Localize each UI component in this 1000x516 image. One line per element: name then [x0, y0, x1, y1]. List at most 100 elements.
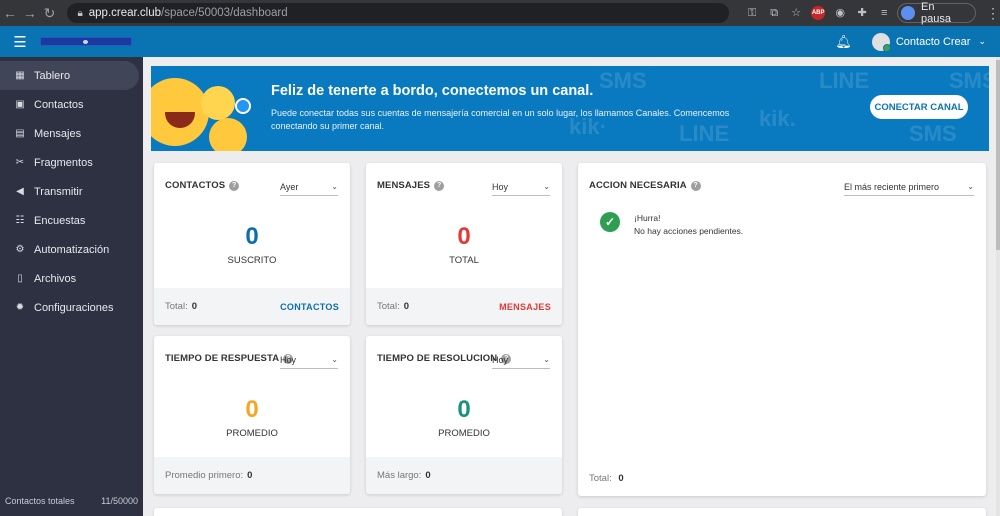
period-value: Hoy: [280, 354, 297, 365]
pattern-word: SMS: [949, 68, 989, 93]
sidebar-item-archivos[interactable]: ▯ Archivos: [0, 264, 143, 293]
dashboard-icon: ▦: [15, 69, 25, 81]
card-title: TIEMPO DE RESOLUCION: [377, 353, 498, 364]
sidebar-item-tablero[interactable]: ▦ Tablero: [0, 61, 139, 90]
star-icon[interactable]: ☆: [789, 6, 803, 20]
app-header: ☰ 🔔︎ Contacto Crear ⌄: [0, 26, 1000, 57]
sidebar: ▦ Tablero ▣ Contactos ▤ Mensajes ✂ Fragm…: [0, 57, 143, 516]
wink-emoji-icon: [209, 118, 247, 151]
translate-icon[interactable]: ⧉: [767, 6, 781, 20]
card-footer: Más largo: 0: [366, 457, 562, 494]
period-select[interactable]: Ayer ⌄: [280, 178, 338, 196]
extension-icon[interactable]: ◉: [833, 6, 847, 20]
messages-link[interactable]: MENSAJES: [499, 302, 551, 312]
sidebar-item-automatizacion[interactable]: ⚙ Automatización: [0, 235, 143, 264]
next-card-row: [154, 508, 562, 516]
pattern-word: SMS: [909, 121, 957, 146]
chevron-down-icon: ⌄: [331, 355, 338, 364]
scrollbar-thumb[interactable]: [996, 60, 1000, 250]
back-icon[interactable]: ←: [0, 5, 20, 21]
footer-value: 0: [247, 470, 253, 481]
pause-label: En pausa: [921, 1, 951, 25]
gear-icon: ✹: [15, 301, 25, 313]
period-select[interactable]: Hoy ⌄: [492, 178, 550, 196]
bell-icon[interactable]: 🔔︎: [835, 34, 852, 50]
reload-icon[interactable]: ↻: [40, 5, 60, 22]
sidebar-item-configuraciones[interactable]: ✹ Configuraciones: [0, 293, 143, 322]
metric-label: TOTAL: [449, 255, 479, 266]
footer-value: 0: [425, 470, 431, 481]
footer-value: 0: [618, 473, 624, 484]
adblock-icon[interactable]: ABP: [811, 6, 826, 20]
sort-select[interactable]: El más reciente primero ⌄: [844, 178, 974, 196]
help-icon[interactable]: ?: [690, 180, 701, 191]
action-item-title: ¡Hurra!: [634, 213, 661, 223]
card-title: TIEMPO DE RESPUESTA: [165, 353, 280, 364]
thumbs-up-icon: [235, 98, 251, 114]
scissors-icon: ✂: [15, 156, 25, 168]
laughing-emoji-icon: [151, 78, 209, 146]
chevron-down-icon: ⌄: [331, 182, 338, 191]
footer-label: Promedio primero:: [165, 470, 244, 481]
key-icon[interactable]: ⚿: [745, 6, 759, 20]
metric-value: 0: [245, 396, 259, 423]
sidebar-footer: Contactos totales 11/50000: [0, 496, 143, 506]
card-footer: Promedio primero: 0: [154, 457, 350, 494]
chevron-down-icon[interactable]: ⌄: [978, 36, 986, 47]
pattern-word: LINE: [819, 68, 870, 93]
chevron-down-icon: ⌄: [543, 355, 550, 364]
forward-icon[interactable]: →: [20, 5, 40, 21]
sidebar-item-label: Contactos: [34, 98, 84, 111]
response-time-card: TIEMPO DE RESPUESTA ? Hoy ⌄ 0 PROMEDIO P…: [154, 336, 350, 494]
pattern-word: SMS: [599, 68, 647, 93]
total-contacts-label: Contactos totales: [5, 496, 75, 506]
megaphone-icon: ◀: [16, 185, 24, 197]
lock-icon: 🔒︎: [77, 7, 83, 19]
sidebar-item-label: Tablero: [34, 69, 71, 82]
profile-paused-button[interactable]: En pausa: [897, 1, 976, 25]
sidebar-item-label: Configuraciones: [34, 301, 114, 314]
contacts-icon: ▣: [15, 98, 25, 110]
banner-title: Feliz de tenerte a bordo, conectemos un …: [271, 83, 594, 99]
help-icon[interactable]: ?: [229, 180, 240, 191]
action-required-card: ACCION NECESARIA ? El más reciente prime…: [578, 163, 986, 496]
period-select[interactable]: Hoy ⌄: [280, 351, 338, 369]
address-bar[interactable]: 🔒︎ app.crear.club/space/50003/dashboard: [67, 3, 730, 23]
puzzle-icon[interactable]: ✚: [855, 6, 869, 20]
messages-card: MENSAJES ? Hoy ⌄ 0 TOTAL Total: 0 MENSAJ…: [366, 163, 562, 325]
url-path: /space/50003/dashboard: [161, 7, 288, 19]
connect-channel-button[interactable]: CONECTAR CANAL: [870, 95, 968, 119]
footer-label: Más largo:: [377, 470, 422, 481]
metric-label: PROMEDIO: [438, 428, 490, 439]
footer-value: 0: [403, 301, 410, 312]
resolution-time-card: TIEMPO DE RESOLUCION ? Hoy ⌄ 0 PROMEDIO …: [366, 336, 562, 494]
profile-avatar: [901, 6, 916, 20]
sidebar-item-label: Archivos: [34, 272, 77, 285]
sidebar-item-label: Encuestas: [34, 214, 86, 227]
metric-label: SUSCRITO: [227, 255, 277, 266]
contacts-link[interactable]: CONTACTOS: [280, 302, 339, 312]
media-icon[interactable]: ≡: [877, 6, 891, 20]
action-item-text: No hay acciones pendientes.: [634, 226, 744, 236]
sidebar-item-fragmentos[interactable]: ✂ Fragmentos: [0, 148, 143, 177]
files-icon: ▯: [17, 272, 23, 284]
kebab-menu-icon[interactable]: ⋮: [986, 5, 1000, 22]
hamburger-menu-icon[interactable]: ☰: [0, 33, 40, 51]
sidebar-item-contactos[interactable]: ▣ Contactos: [0, 90, 143, 119]
sidebar-item-mensajes[interactable]: ▤ Mensajes: [0, 119, 143, 148]
card-footer: Total: 0: [589, 473, 624, 484]
sidebar-item-encuestas[interactable]: ☷ Encuestas: [0, 206, 143, 235]
metric-value: 0: [457, 396, 471, 423]
period-select[interactable]: Hoy ⌄: [492, 351, 550, 369]
sidebar-item-transmitir[interactable]: ◀ Transmitir: [0, 177, 143, 206]
user-name[interactable]: Contacto Crear: [896, 36, 971, 48]
card-title: MENSAJES: [377, 180, 431, 191]
card-footer: Total: 0 CONTACTOS: [154, 288, 350, 325]
period-value: Ayer: [280, 181, 299, 192]
avatar[interactable]: [871, 32, 891, 52]
help-icon[interactable]: ?: [434, 180, 445, 191]
browser-toolbar: ← → ↻ 🔒︎ app.crear.club/space/50003/dash…: [0, 0, 1000, 26]
sidebar-item-label: Mensajes: [34, 127, 82, 140]
next-card-row: [578, 508, 986, 516]
app-logo[interactable]: [40, 37, 132, 46]
